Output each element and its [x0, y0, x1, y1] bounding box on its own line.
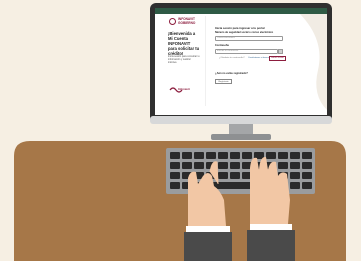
register-question: ¿Aún no estás registrado? [215, 72, 248, 75]
footer-brand: Infonavit [178, 86, 190, 91]
form-title: Inicia sesión para ingresar a tu portal [215, 26, 265, 30]
login-button[interactable]: Iniciar sesión [269, 56, 286, 61]
forgot-password-link[interactable]: ¿Olvidaste tu contraseña? [219, 57, 245, 59]
monitor-chin [150, 116, 332, 124]
monitor-base [211, 134, 271, 140]
footer-logo-icon [170, 86, 176, 91]
password-input[interactable]: Escribe tu contraseña [215, 49, 278, 54]
shield-logo-icon [169, 18, 176, 26]
password-label: Contraseña [215, 44, 229, 47]
user-label: Número de seguridad social o correo elec… [215, 31, 274, 34]
illustration-scene: INFONAVIT GOBIERNO ¡Bienvenida a Mi Cuen… [0, 0, 361, 261]
footer-logo: Infonavit [170, 86, 190, 91]
login-screen: INFONAVIT GOBIERNO ¡Bienvenida a Mi Cuen… [157, 14, 325, 110]
register-button[interactable]: Regístrate [215, 79, 232, 84]
welcome-title: ¡Bienvenida a Mi Cuenta INFONAVIT para s… [168, 31, 200, 56]
brand-name: INFONAVIT GOBIERNO [178, 17, 196, 25]
welcome-subtitle: Inicia sesión para consultar tu informac… [168, 55, 200, 64]
brand-logo: INFONAVIT GOBIERNO [169, 17, 196, 26]
eye-icon[interactable] [278, 49, 283, 54]
user-input[interactable]: Correo electrónico [215, 36, 283, 41]
